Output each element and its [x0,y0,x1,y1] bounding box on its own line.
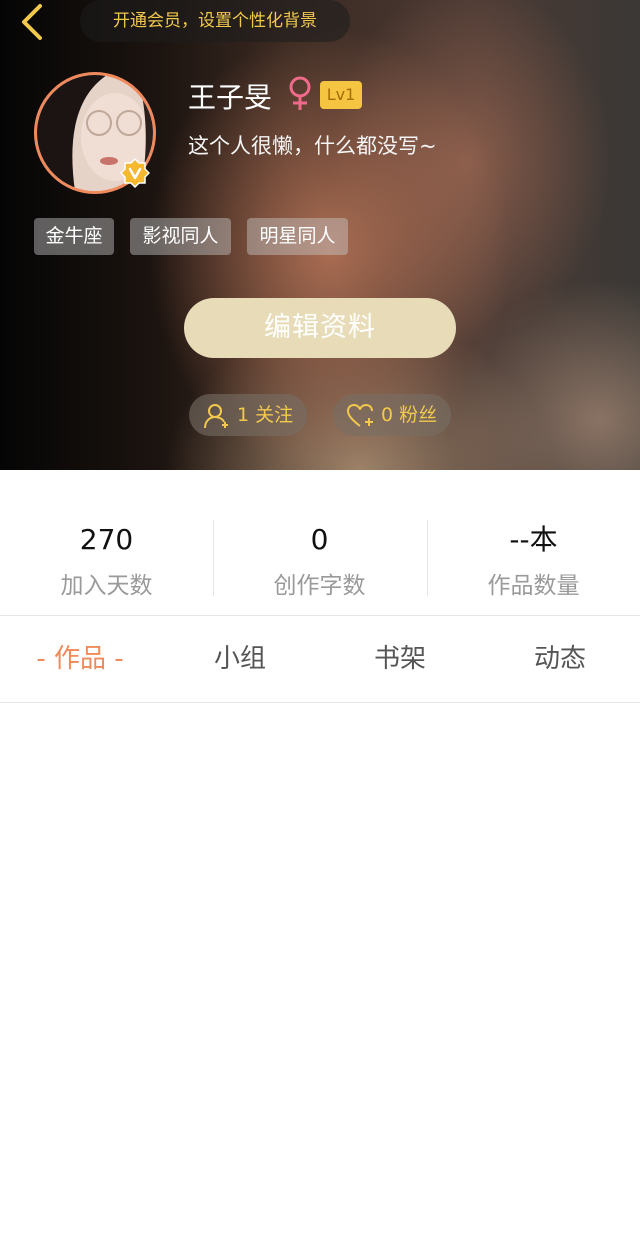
following-count: 1 关注 [237,404,294,426]
level-badge: Lv1 [320,81,362,109]
tag-item[interactable]: 明星同人 [247,218,348,255]
heart-plus-icon [347,404,373,427]
vip-background-banner[interactable]: 开通会员，设置个性化背景 [80,0,350,42]
stats-bar: 270 加入天数 0 创作字数 --本 作品数量 [0,470,640,616]
stat-label: 作品数量 [487,573,580,599]
verified-badge-icon [120,158,150,188]
stat-join-days: 270 加入天数 [0,522,213,600]
edit-profile-button[interactable]: 编辑资料 [184,298,456,358]
add-user-icon [204,404,228,429]
stat-works-count: --本 作品数量 [427,522,640,600]
stat-value: 0 [310,523,329,556]
tag-item[interactable]: 影视同人 [130,218,231,255]
chevron-left-icon [22,4,42,40]
stat-word-count: 0 创作字数 [213,522,426,600]
stat-value: 270 [79,523,134,556]
stat-label: 创作字数 [273,573,366,599]
profile-header: 开通会员，设置个性化背景 王子旻 Lv1 这个人很懒，什么都没写~ 金牛座 影视… [0,0,640,470]
tag-item[interactable]: 金牛座 [34,218,114,255]
username: 王子旻 [188,81,273,114]
following-button[interactable]: 1 关注 [189,394,307,436]
fans-count: 0 粉丝 [381,404,438,426]
fans-button[interactable]: 0 粉丝 [333,394,451,436]
stat-label: 加入天数 [60,573,153,599]
tab-bar: - 作品 - 小组 书架 动态 [0,616,640,703]
tab-bookshelf[interactable]: 书架 [320,616,480,702]
tab-groups[interactable]: 小组 [160,616,320,702]
bio-text: 这个人很懒，什么都没写~ [188,134,437,158]
avatar[interactable] [34,72,156,194]
back-button[interactable] [14,2,50,42]
tab-activity[interactable]: 动态 [480,616,640,702]
tab-works[interactable]: - 作品 - [0,616,160,702]
stat-value: --本 [509,523,558,556]
female-icon [289,76,311,110]
